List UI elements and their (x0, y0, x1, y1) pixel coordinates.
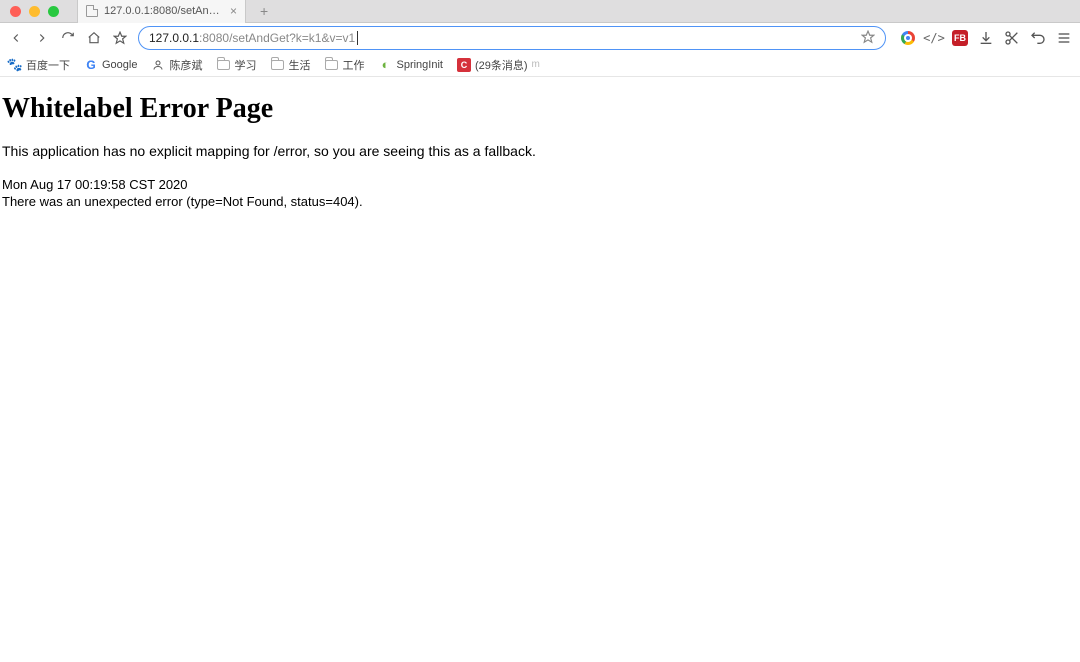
bookmark-trail: m (532, 59, 540, 70)
page-heading: Whitelabel Error Page (2, 93, 1078, 125)
reload-button[interactable] (60, 30, 76, 46)
extension-badge-icon[interactable]: FB (952, 30, 968, 46)
bookmark-label: 学习 (234, 57, 256, 73)
folder-icon (270, 58, 284, 72)
tab-title: 127.0.0.1:8080/setAndGet?k=k (104, 5, 224, 17)
bookmark-item-baidu[interactable]: 🐾 百度一下 (8, 57, 70, 73)
google-icon: G (84, 58, 98, 72)
bookmark-folder-work[interactable]: 工作 (324, 57, 364, 73)
window-minimize-button[interactable] (29, 6, 40, 17)
toolbar-right-group: </> FB (900, 30, 1072, 46)
address-host: 127.0.0.1 (149, 31, 199, 45)
scissors-icon[interactable] (1004, 30, 1020, 46)
bookmark-label: 工作 (342, 57, 364, 73)
bookmark-item-springinit[interactable]: ◐ SpringInit (378, 58, 442, 72)
bookmark-label: Google (102, 59, 137, 71)
bookmark-folder-study[interactable]: 学习 (216, 57, 256, 73)
forward-button[interactable] (34, 30, 50, 46)
new-tab-button[interactable]: + (254, 3, 274, 19)
folder-icon (324, 58, 338, 72)
bookmark-label: SpringInit (396, 59, 442, 71)
bookmark-label: 百度一下 (26, 57, 70, 73)
person-icon (151, 58, 165, 72)
address-path: :8080/setAndGet?k=k1&v=v1 (199, 31, 355, 45)
tab-close-button[interactable]: × (230, 5, 237, 17)
downloads-icon[interactable] (978, 30, 994, 46)
home-button[interactable] (86, 30, 102, 46)
bookmark-folder-life[interactable]: 生活 (270, 57, 310, 73)
bookmark-item-author[interactable]: 陈彦斌 (151, 57, 202, 73)
bookmark-label: 陈彦斌 (169, 57, 202, 73)
folder-icon (216, 58, 230, 72)
bookmark-item-csdn[interactable]: C (29条消息) m (457, 57, 540, 73)
page-content: Whitelabel Error Page This application h… (0, 77, 1080, 211)
undo-icon[interactable] (1030, 30, 1046, 46)
page-timestamp: Mon Aug 17 00:19:58 CST 2020 (2, 177, 1078, 192)
page-paragraph: This application has no explicit mapping… (2, 143, 1078, 159)
bookmark-label: (29条消息) (475, 57, 528, 73)
browser-tabstrip: 127.0.0.1:8080/setAndGet?k=k × + (0, 0, 1080, 23)
page-icon (86, 5, 98, 17)
spring-icon: ◐ (378, 58, 392, 72)
csdn-icon: C (457, 58, 471, 72)
baidu-icon: 🐾 (8, 58, 22, 72)
window-maximize-button[interactable] (48, 6, 59, 17)
chrome-logo-icon[interactable] (900, 30, 916, 46)
text-cursor (357, 31, 358, 45)
window-close-button[interactable] (10, 6, 21, 17)
bookmarks-bar: 🐾 百度一下 G Google 陈彦斌 学习 生活 工作 ◐ SpringIni… (0, 53, 1080, 77)
back-button[interactable] (8, 30, 24, 46)
window-controls (10, 6, 59, 17)
dev-tools-icon[interactable]: </> (926, 30, 942, 46)
menu-icon[interactable] (1056, 30, 1072, 46)
browser-tab[interactable]: 127.0.0.1:8080/setAndGet?k=k × (77, 0, 246, 23)
page-error-line: There was an unexpected error (type=Not … (2, 194, 1078, 209)
address-bar[interactable]: 127.0.0.1:8080/setAndGet?k=k1&v=v1 (138, 26, 886, 50)
bookmark-star-button[interactable] (112, 30, 128, 46)
address-star-icon[interactable] (861, 30, 875, 47)
browser-toolbar: 127.0.0.1:8080/setAndGet?k=k1&v=v1 </> F… (0, 23, 1080, 53)
bookmark-item-google[interactable]: G Google (84, 58, 137, 72)
bookmark-label: 生活 (288, 57, 310, 73)
